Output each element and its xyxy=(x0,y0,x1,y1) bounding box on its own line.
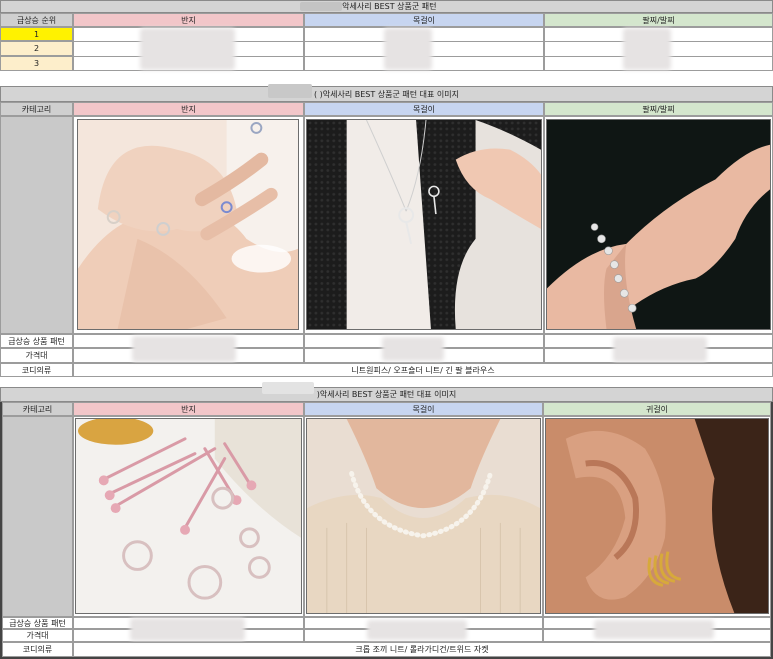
section2-title: ( )악세사리 BEST 상품군 패턴 대표 이미지 xyxy=(0,86,773,102)
s3-coordi-value: 크롭 조끼 니트/ 롤라가디건/트위드 자켓 xyxy=(73,642,771,657)
s2-coordi-label: 코디의류 xyxy=(21,365,52,375)
section1-title-redaction xyxy=(300,2,342,11)
section2-title-text: ( )악세사리 BEST 상품군 패턴 대표 이미지 xyxy=(313,89,460,99)
s2-category-header: 카테고리 xyxy=(0,102,73,116)
rank-3-label: 3 xyxy=(33,59,40,68)
section3-title-text: )악세사리 BEST 상품군 패턴 대표 이미지 xyxy=(316,390,457,399)
s3-pattern-label: 급상승 상품 패턴 xyxy=(9,618,66,628)
s2-col-necklace-label: 목걸이 xyxy=(412,104,436,114)
s3-category-label: 카테고리 xyxy=(22,404,53,414)
s2-col-bracelet-label: 팔찌/발찌 xyxy=(642,104,675,114)
s3-blurred-price-earring xyxy=(594,620,714,639)
rank-2: 2 xyxy=(0,41,73,56)
pearl-necklace-photo xyxy=(306,418,541,614)
s3-col-earring: 귀걸이 xyxy=(543,402,771,416)
s1-col-bracelet-label: 팔찌/발찌 xyxy=(642,15,675,25)
blurred-product-necklace xyxy=(384,28,432,70)
s2-col-bracelet: 팔찌/발찌 xyxy=(544,102,773,116)
s1-col-ring-label: 반지 xyxy=(181,15,196,25)
s3-col-ring: 반지 xyxy=(73,402,304,416)
s2-price-row-label: 가격대 xyxy=(0,348,73,363)
section1-title: ) 악세사리 BEST 상품군 패턴 xyxy=(0,0,773,13)
s3-col-necklace: 목걸이 xyxy=(304,402,543,416)
bracelet-photo xyxy=(546,119,771,330)
s3-category-header: 카테고리 xyxy=(2,402,73,416)
s3-coordi-text: 크롭 조끼 니트/ 롤라가디건/트위드 자켓 xyxy=(355,645,489,654)
section3-title: )악세사리 BEST 상품군 패턴 대표 이미지 xyxy=(0,387,773,402)
rank-2-label: 2 xyxy=(33,44,40,53)
section3-title-redaction xyxy=(262,382,314,394)
rank-header-label: 급상승 순위 xyxy=(16,15,57,25)
s2-col-necklace: 목걸이 xyxy=(304,102,544,116)
s3-col-necklace-label: 목걸이 xyxy=(412,404,435,414)
s2-blurred-price-necklace xyxy=(382,337,444,361)
blurred-product-bracelet xyxy=(623,28,671,70)
s3-side-panel xyxy=(2,416,73,617)
s3-blurred-price-ring xyxy=(130,618,245,641)
s2-coordi-row-label: 코디의류 xyxy=(0,363,73,377)
s2-blurred-price-bracelet xyxy=(613,337,707,362)
s3-coordi-label: 코디의류 xyxy=(22,645,53,654)
blurred-product-ring xyxy=(140,28,235,70)
s3-price-row-label: 가격대 xyxy=(2,629,73,642)
ring-photo xyxy=(77,119,299,330)
rank-header: 급상승 순위 xyxy=(0,13,73,27)
s3-pattern-row-label: 급상승 상품 패턴 xyxy=(2,617,73,629)
s3-coordi-row-label: 코디의류 xyxy=(2,642,73,657)
s1-col-necklace-label: 목걸이 xyxy=(412,15,436,25)
s2-side-panel xyxy=(0,116,73,334)
s2-pattern-label: 급상승 상품 패턴 xyxy=(8,336,65,346)
s3-col-ring-label: 반지 xyxy=(181,404,196,414)
s1-col-bracelet: 팔찌/발찌 xyxy=(544,13,773,27)
s2-coordi-text: 니트원피스/ 오프숄더 니트/ 긴 팔 블라우스 xyxy=(351,365,495,375)
s2-pattern-row-label: 급상승 상품 패턴 xyxy=(0,334,73,348)
rank-1: 1 xyxy=(0,27,73,41)
section1-title-text: ) 악세사리 BEST 상품군 패턴 xyxy=(336,2,437,11)
rank-1-label: 1 xyxy=(33,29,40,39)
s3-blurred-price-necklace xyxy=(367,620,467,640)
s2-col-ring: 반지 xyxy=(73,102,304,116)
s2-category-label: 카테고리 xyxy=(21,104,52,114)
section2-title-redaction xyxy=(268,84,312,98)
rank-3: 3 xyxy=(0,56,73,71)
s2-col-ring-label: 반지 xyxy=(181,104,196,114)
s3-price-label: 가격대 xyxy=(26,631,49,640)
s2-coordi-value: 니트원피스/ 오프숄더 니트/ 긴 팔 블라우스 xyxy=(73,363,773,377)
pink-rings-photo xyxy=(75,418,302,614)
s1-col-necklace: 목걸이 xyxy=(304,13,544,27)
s3-col-earring-label: 귀걸이 xyxy=(645,404,669,414)
key-necklace-photo xyxy=(306,119,542,330)
s1-col-ring: 반지 xyxy=(73,13,304,27)
s2-blurred-price-ring xyxy=(132,336,236,362)
gold-earring-photo xyxy=(545,418,769,614)
s2-price-label: 가격대 xyxy=(25,351,48,360)
